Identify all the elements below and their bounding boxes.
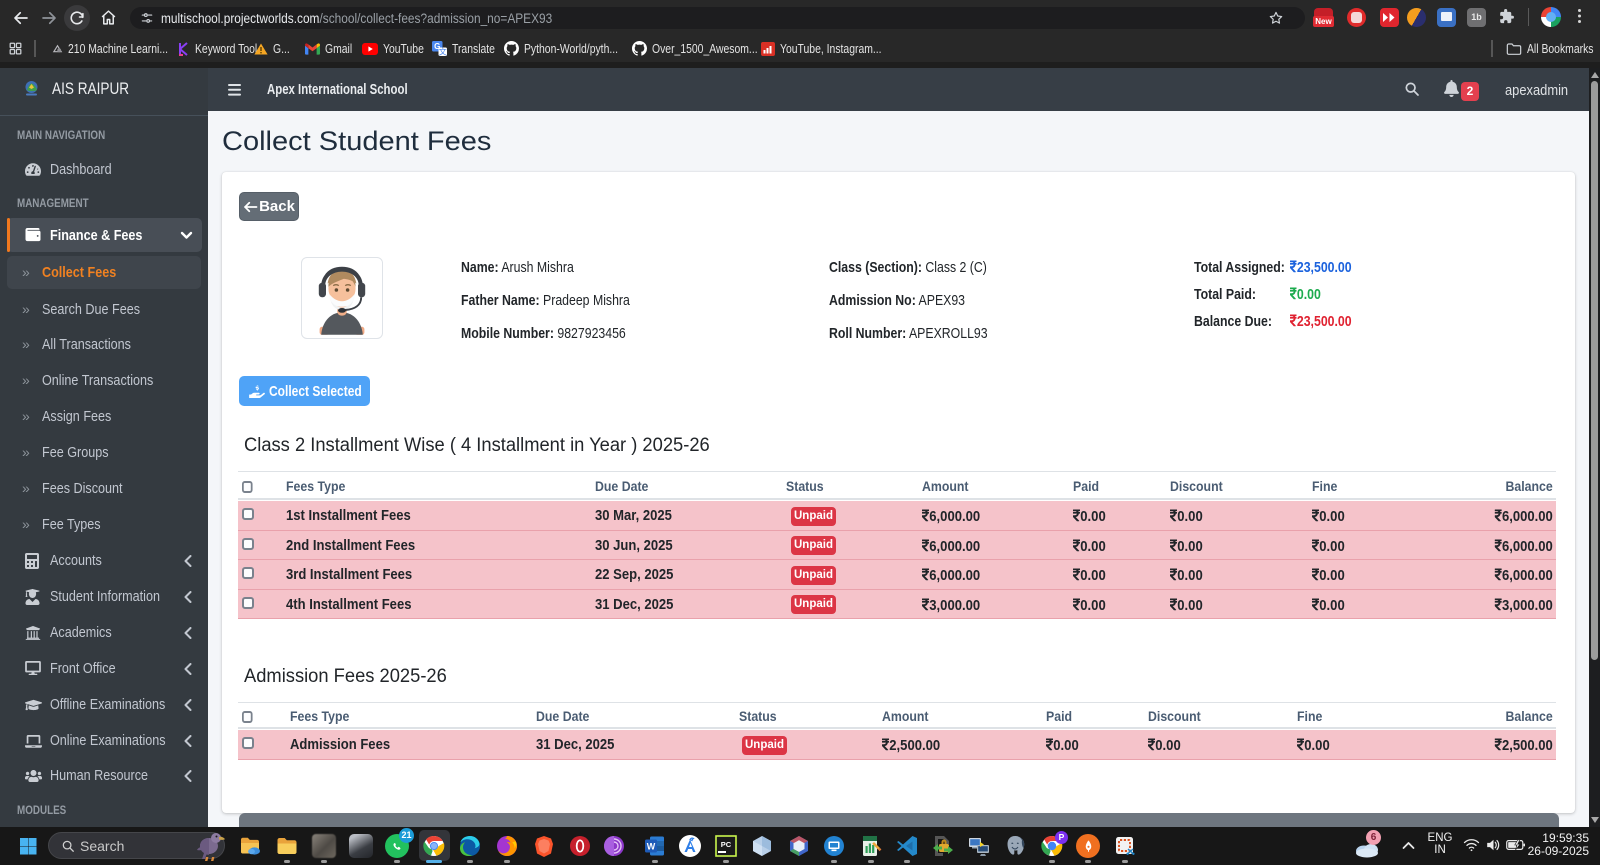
svg-text:W: W	[647, 842, 656, 852]
svg-text:文: 文	[439, 46, 447, 56]
svg-text:PC: PC	[721, 840, 732, 849]
